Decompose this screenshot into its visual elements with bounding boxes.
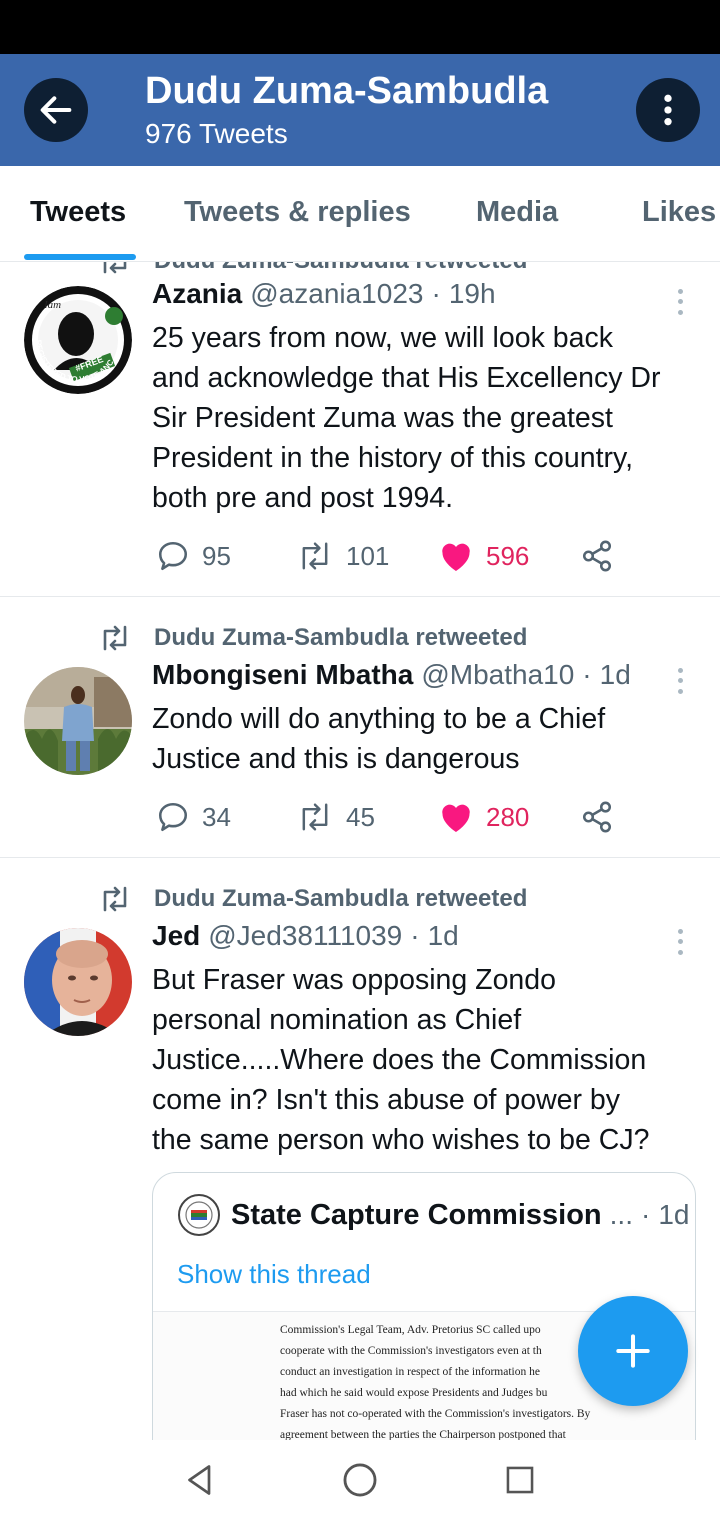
retweet-button[interactable]: 101: [296, 536, 389, 576]
tweet-actions: 95 101 596: [152, 536, 672, 576]
compose-tweet-button[interactable]: [578, 1296, 688, 1406]
page-title: Dudu Zuma-Sambudla: [145, 70, 549, 112]
author-handle[interactable]: @Jed38111039: [208, 920, 402, 952]
tweet-more-button[interactable]: [668, 282, 692, 322]
tab-media[interactable]: Media: [476, 196, 558, 229]
avatar-image: [24, 667, 132, 775]
tab-tweets-replies[interactable]: Tweets & replies: [184, 196, 411, 229]
avatar-image: [24, 928, 132, 1036]
retweet-icon: [103, 886, 127, 912]
doc-line: Fraser has not co-operated with the Comm…: [280, 1408, 591, 1420]
more-vertical-icon: [664, 94, 672, 126]
nav-home-button[interactable]: [340, 1460, 380, 1500]
quote-author-line: State Capture Commission ... · 1d: [177, 1193, 689, 1237]
reply-count: 95: [202, 540, 231, 571]
retweet-label: Dudu Zuma-Sambudla retweeted: [154, 624, 528, 651]
quote-time[interactable]: 1d: [658, 1199, 689, 1231]
tab-tweets[interactable]: Tweets: [30, 196, 126, 229]
quote-author-name[interactable]: State Capture Commission: [231, 1199, 602, 1232]
svg-text:Iam: Iam: [43, 299, 61, 311]
heart-filled-icon: [442, 543, 470, 571]
retweet-icon: [302, 542, 328, 570]
separator-dot: ·: [431, 278, 441, 309]
share-icon: [582, 801, 612, 833]
avatar[interactable]: #FREE Iam REGISTERED TO VOTE ANC: [24, 286, 132, 394]
author-name[interactable]: Jed: [152, 920, 200, 952]
reply-button[interactable]: 34: [156, 797, 231, 837]
arrow-left-icon: [40, 96, 72, 124]
tweet-count: 976 Tweets: [145, 118, 288, 149]
author-name[interactable]: Azania: [152, 278, 242, 310]
doc-line: had which he said would expose President…: [280, 1387, 548, 1399]
retweet-header: Dudu Zuma-Sambudla retweeted: [98, 884, 527, 914]
tweet-time[interactable]: 19h: [449, 278, 496, 310]
tweet-time[interactable]: 1d: [600, 659, 631, 691]
retweet-icon: [302, 803, 328, 831]
android-navigation-bar: [0, 1440, 720, 1520]
author-handle[interactable]: @azania1023: [250, 278, 423, 310]
separator-dot: ·: [640, 1199, 651, 1230]
avatar-image: #FREE Iam REGISTERED TO VOTE ANC: [24, 286, 132, 394]
status-bar: [0, 0, 720, 54]
tweet-author-line: Mbongiseni Mbatha @Mbatha10 · 1d: [152, 659, 631, 699]
tweet-more-button[interactable]: [668, 922, 692, 962]
avatar[interactable]: [24, 667, 132, 775]
share-button[interactable]: [580, 536, 614, 576]
like-button[interactable]: 280: [438, 797, 529, 837]
heart-filled-icon: [442, 804, 470, 832]
tweet-actions: 34 45 280: [152, 797, 672, 837]
tweet-feed[interactable]: Dudu Zuma-Sambudla retweeted #FREE Iam R…: [0, 262, 720, 1440]
retweet-label: Dudu Zuma-Sambudla retweeted: [154, 885, 528, 912]
like-count: 596: [486, 540, 530, 571]
commission-logo-icon: [178, 1194, 220, 1236]
back-triangle-icon: [188, 1465, 211, 1495]
tweet-mbatha[interactable]: Dudu Zuma-Sambudla retweeted Mbongiseni …: [0, 597, 720, 857]
plus-icon: [616, 1334, 650, 1368]
tweet-author-line: Jed @Jed38111039 · 1d: [152, 920, 459, 960]
author-handle[interactable]: @Mbatha10: [421, 659, 574, 691]
like-button[interactable]: 596: [438, 536, 529, 576]
nav-recents-button[interactable]: [500, 1460, 540, 1500]
profile-tabs: Tweets Tweets & replies Media Likes: [0, 166, 720, 262]
recents-square-icon: [506, 1466, 534, 1494]
tweet-time[interactable]: 1d: [428, 920, 459, 952]
nav-back-button[interactable]: [180, 1460, 220, 1500]
reply-count: 34: [202, 801, 231, 832]
more-options-button[interactable]: [636, 78, 700, 142]
tweet-author-line: Azania @azania1023 · 19h: [152, 278, 496, 318]
tweet-text: But Fraser was opposing Zondo personal n…: [152, 964, 650, 1156]
tweet-more-button[interactable]: [668, 661, 692, 701]
avatar[interactable]: [24, 928, 132, 1036]
home-circle-icon: [343, 1463, 377, 1497]
retweet-header: Dudu Zuma-Sambudla retweeted: [98, 623, 527, 653]
like-count: 280: [486, 801, 530, 832]
reply-button[interactable]: 95: [156, 536, 231, 576]
reply-icon: [158, 541, 188, 571]
reply-icon: [158, 802, 188, 832]
doc-line: Commission's Legal Team, Adv. Pretorius …: [280, 1324, 541, 1336]
share-button[interactable]: [580, 797, 614, 837]
doc-line: agreement between the parties the Chairp…: [280, 1429, 566, 1440]
quote-ellipsis: ...: [609, 1199, 633, 1230]
separator-dot: ·: [582, 659, 592, 690]
retweet-count: 45: [346, 801, 375, 832]
retweet-button[interactable]: 45: [296, 797, 375, 837]
retweet-icon: [103, 625, 127, 651]
share-icon: [582, 540, 612, 572]
retweet-count: 101: [346, 540, 390, 571]
doc-line: cooperate with the Commission's investig…: [280, 1345, 542, 1357]
separator-dot: ·: [410, 920, 420, 951]
tweet-text: 25 years from now, we will look back and…: [152, 322, 661, 514]
back-button[interactable]: [24, 78, 88, 142]
active-tab-indicator: [24, 254, 136, 260]
doc-line: conduct an investigation in respect of t…: [280, 1366, 540, 1378]
show-thread-link[interactable]: Show this thread: [177, 1259, 371, 1290]
tab-likes[interactable]: Likes: [642, 196, 716, 229]
author-name[interactable]: Mbongiseni Mbatha: [152, 659, 413, 691]
tweet-azania[interactable]: #FREE Iam REGISTERED TO VOTE ANC Azania …: [0, 262, 720, 596]
profile-header: Dudu Zuma-Sambudla 976 Tweets: [0, 54, 720, 166]
tweet-text: Zondo will do anything to be a Chief Jus…: [152, 703, 606, 775]
